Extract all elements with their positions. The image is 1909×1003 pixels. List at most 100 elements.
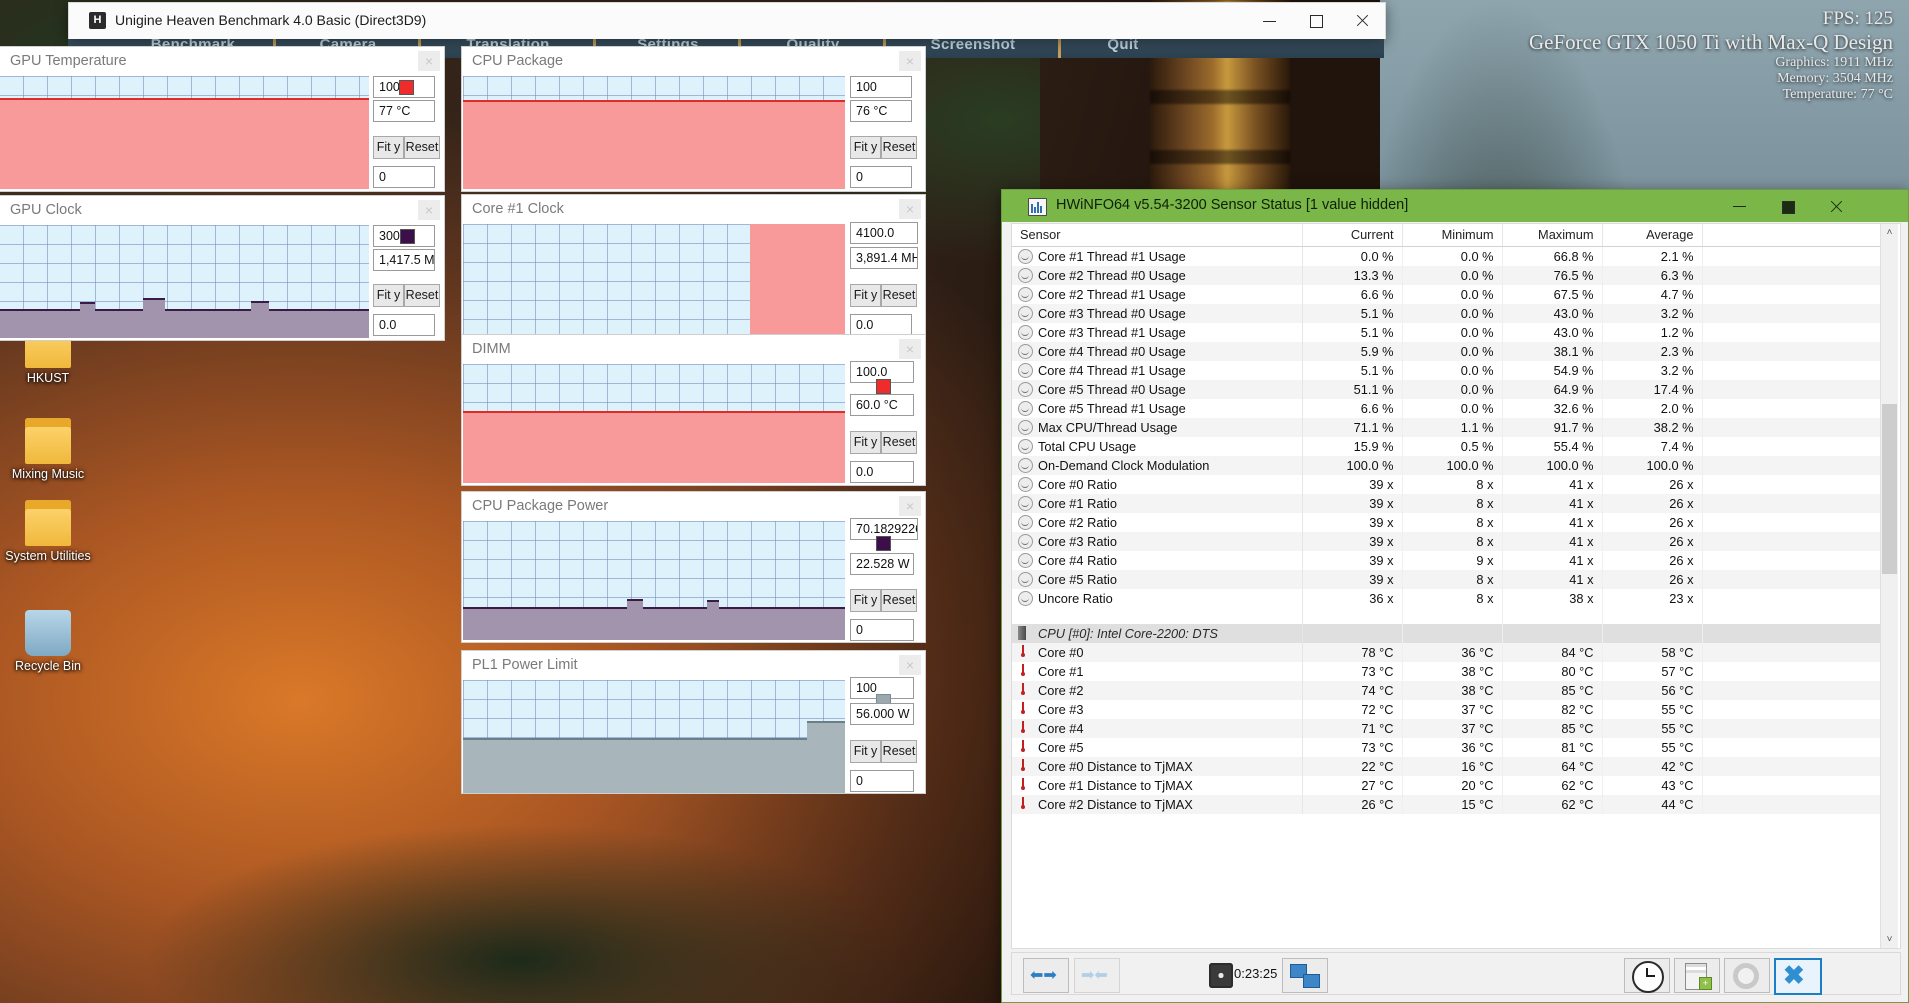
core1-clock-min-value[interactable]: 0.0 [850, 314, 912, 336]
core1-clock-reset-button[interactable]: Reset [881, 284, 917, 307]
desktop-icon-recycle-bin[interactable]: Recycle Bin [0, 610, 96, 673]
gpu-temp-reset-button[interactable]: Reset [404, 136, 440, 159]
navigate-both-button[interactable]: ⬅➡ [1023, 958, 1069, 993]
table-row[interactable]: Core #1 Distance to TjMAX 27 °C 20 °C 62 °C… [1012, 776, 1887, 795]
cpu-package-fit-y-button[interactable]: Fit y [850, 136, 881, 159]
unigine-tab-quit[interactable]: Quit [1068, 36, 1178, 58]
table-row[interactable]: Core #1 Thread #1 Usage 0.0 % 0.0 % 66.8 % 2… [1012, 246, 1887, 266]
unigine-maximize-button[interactable] [1293, 3, 1339, 38]
gpu-clock-fit-y-button[interactable]: Fit y [373, 284, 404, 307]
hwinfo-minimize-button[interactable] [1716, 190, 1764, 222]
hwinfo-sensor-grid[interactable]: Sensor Current Minimum Maximum Average C… [1011, 223, 1901, 949]
cpu-package-min-value[interactable]: 0 [850, 166, 912, 188]
table-row[interactable] [1012, 608, 1887, 624]
logging-button[interactable]: + [1674, 958, 1720, 993]
gpu-temp-fit-y-button[interactable]: Fit y [373, 136, 404, 159]
scroll-down-icon[interactable]: ˅ [1881, 931, 1898, 948]
gpu-temp-min-value[interactable]: 0 [373, 166, 435, 188]
table-row[interactable]: Uncore Ratio 36 x8 x 38 x 23 x [1012, 589, 1887, 608]
scroll-thumb[interactable] [1882, 404, 1897, 574]
hwinfo-close-button[interactable] [1812, 190, 1860, 222]
hwinfo-maximize-button[interactable] [1764, 190, 1812, 222]
col-header-sensor[interactable]: Sensor [1012, 224, 1303, 247]
table-row[interactable]: CPU [#0]: Intel Core-2200: DTS [1012, 624, 1887, 643]
table-row[interactable]: Core #2 74 °C 38 °C 85 °C 56 °C [1012, 681, 1887, 700]
sensor-average-cell: 7.4 % [1602, 437, 1703, 456]
gpu-temp-series-swatch[interactable] [399, 80, 414, 95]
gpu-clock-series-swatch[interactable] [400, 229, 415, 244]
dimm-reset-button[interactable]: Reset [881, 431, 917, 454]
close-icon[interactable]: × [899, 339, 921, 359]
plot-area-dimm [463, 364, 845, 483]
table-row[interactable]: Core #2 Thread #1 Usage 6.6 % 0.0 % 67.5 % 4… [1012, 285, 1887, 304]
close-icon[interactable]: × [418, 200, 440, 220]
col-header-average[interactable]: Average [1602, 224, 1703, 247]
dimm-fit-y-button[interactable]: Fit y [850, 431, 881, 454]
close-icon[interactable]: × [899, 51, 921, 71]
table-row[interactable]: On-Demand Clock Modulation 100.0 % 100.0 %… [1012, 456, 1887, 475]
sensor-maximum-cell: 62 °C [1502, 776, 1603, 795]
table-row[interactable]: Core #2 Ratio 39 x8 x 41 x 26 x [1012, 513, 1887, 532]
core1-clock-max-value[interactable]: 4100.0 [850, 222, 918, 244]
unigine-minimize-button[interactable] [1247, 3, 1293, 38]
table-row[interactable]: Core #3 Thread #0 Usage 5.1 % 0.0 % 43.0 % 3… [1012, 304, 1887, 323]
sensor-label: Core #2 [1038, 683, 1084, 698]
scroll-up-icon[interactable]: ˄ [1881, 224, 1898, 241]
navigate-inward-button[interactable]: ➡⬅ [1074, 958, 1120, 993]
dimm-series-swatch[interactable] [876, 379, 891, 394]
table-row[interactable]: Core #2 Thread #0 Usage 13.3 % 0.0 % 76.5 %… [1012, 266, 1887, 285]
dimm-min-value[interactable]: 0.0 [850, 461, 914, 483]
core1-clock-fit-y-button[interactable]: Fit y [850, 284, 881, 307]
table-row[interactable]: Core #3 Ratio 39 x8 x 41 x 26 x [1012, 532, 1887, 551]
pl1-reset-button[interactable]: Reset [881, 740, 917, 763]
table-row[interactable]: Core #4 71 °C 37 °C 85 °C 55 °C [1012, 719, 1887, 738]
cpu-power-reset-button[interactable]: Reset [881, 589, 917, 612]
remote-monitor-button[interactable] [1282, 958, 1328, 993]
cpu-power-series-swatch[interactable] [876, 536, 891, 551]
gpu-clock-min-value[interactable]: 0.0 [373, 314, 435, 336]
sensor-maximum-cell: 91.7 % [1502, 418, 1603, 437]
sensor-average-cell: 26 x [1602, 532, 1703, 551]
desktop-icon-mixing-music[interactable]: Mixing Music [0, 418, 96, 481]
cpu-power-min-value[interactable]: 0 [850, 619, 914, 641]
col-header-current[interactable]: Current [1302, 224, 1403, 247]
close-icon[interactable]: × [418, 51, 440, 71]
table-row[interactable]: Core #4 Ratio 39 x9 x 41 x 26 x [1012, 551, 1887, 570]
table-row[interactable]: Core #5 73 °C 36 °C 81 °C 55 °C [1012, 738, 1887, 757]
unigine-close-button[interactable] [1339, 3, 1385, 38]
table-row[interactable]: Total CPU Usage 15.9 % 0.5 % 55.4 % 7.4 % [1012, 437, 1887, 456]
pl1-fit-y-button[interactable]: Fit y [850, 740, 881, 763]
history-clock-button[interactable] [1624, 958, 1670, 993]
table-row[interactable]: Core #4 Thread #1 Usage 5.1 % 0.0 % 54.9 % 3… [1012, 361, 1887, 380]
table-row[interactable]: Core #0 Ratio 39 x8 x 41 x 26 x [1012, 475, 1887, 494]
close-icon[interactable]: × [899, 496, 921, 516]
settings-button[interactable] [1724, 958, 1770, 993]
gpu-clock-reset-button[interactable]: Reset [404, 284, 440, 307]
col-header-minimum[interactable]: Minimum [1402, 224, 1503, 247]
cpu-package-max-value[interactable]: 100 [850, 76, 912, 98]
col-header-maximum[interactable]: Maximum [1502, 224, 1603, 247]
table-row[interactable]: Core #5 Ratio 39 x8 x 41 x 26 x [1012, 570, 1887, 589]
table-row[interactable]: Core #3 72 °C 37 °C 82 °C 55 °C [1012, 700, 1887, 719]
table-row[interactable]: Core #1 73 °C 38 °C 80 °C 57 °C [1012, 662, 1887, 681]
table-row[interactable]: Core #5 Thread #1 Usage 6.6 % 0.0 % 32.6 % 2… [1012, 399, 1887, 418]
cpu-power-fit-y-button[interactable]: Fit y [850, 589, 881, 612]
close-app-button[interactable]: ✖ [1774, 958, 1822, 995]
pl1-min-value[interactable]: 0 [850, 770, 914, 792]
table-row[interactable]: Max CPU/Thread Usage 71.1 % 1.1 % 91.7 % 38.… [1012, 418, 1887, 437]
table-row[interactable]: Core #1 Ratio 39 x8 x 41 x 26 x [1012, 494, 1887, 513]
table-row[interactable]: Core #5 Thread #0 Usage 51.1 % 0.0 % 64.9 %… [1012, 380, 1887, 399]
desktop-icon-system-utilities[interactable]: System Utilities [0, 500, 96, 563]
table-row[interactable]: Core #2 Distance to TjMAX 26 °C 15 °C 62 °C… [1012, 795, 1887, 814]
graph-title: CPU Package [472, 53, 564, 69]
table-row[interactable]: Core #3 Thread #1 Usage 5.1 % 0.0 % 43.0 % 1… [1012, 323, 1887, 342]
table-row[interactable]: Core #0 Distance to TjMAX 22 °C 16 °C 64 °C… [1012, 757, 1887, 776]
sensor-spacer-cell [1702, 589, 1887, 608]
usage-gauge-icon [1018, 401, 1033, 416]
close-icon[interactable]: × [899, 655, 921, 675]
cpu-package-reset-button[interactable]: Reset [881, 136, 917, 159]
table-row[interactable]: Core #4 Thread #0 Usage 5.9 % 0.0 % 38.1 % 2… [1012, 342, 1887, 361]
hwinfo-scrollbar[interactable]: ˄ ˅ [1880, 224, 1898, 948]
table-row[interactable]: Core #0 78 °C 36 °C 84 °C 58 °C [1012, 643, 1887, 662]
close-icon[interactable]: × [899, 199, 921, 219]
